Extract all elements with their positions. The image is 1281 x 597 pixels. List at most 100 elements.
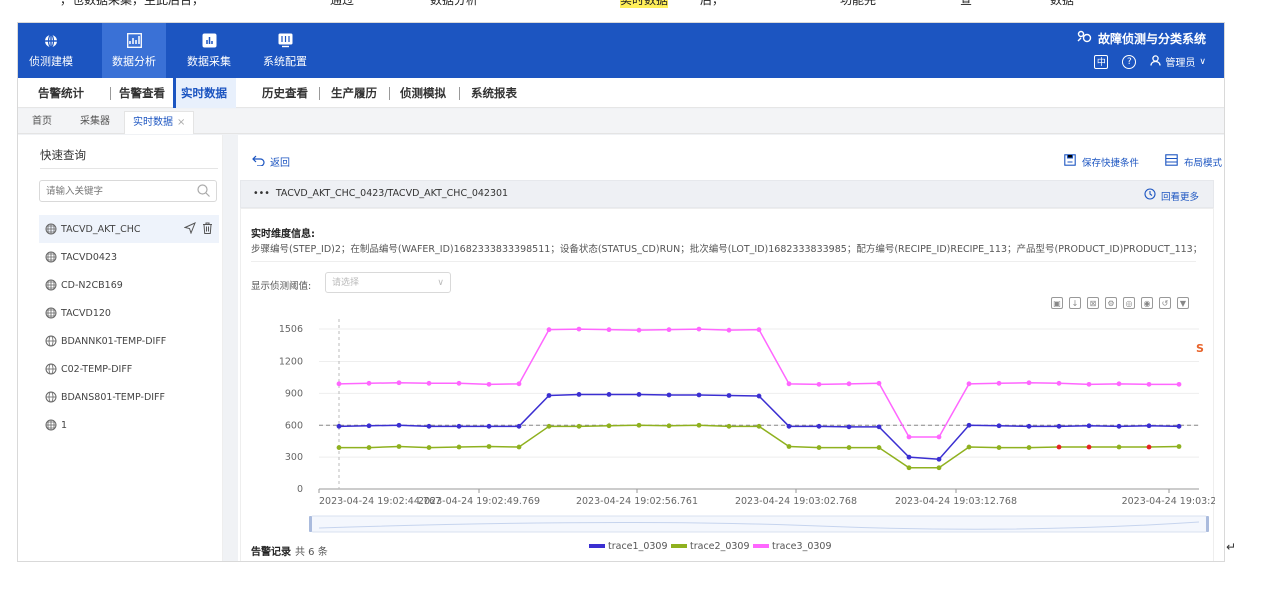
nav-system-config[interactable]: 系统配置: [254, 23, 316, 78]
tab-home[interactable]: 首页: [24, 111, 60, 134]
save-condition-button[interactable]: 保存快捷条件: [1064, 154, 1139, 169]
divider: [110, 87, 111, 100]
back-arrow-icon: [252, 155, 265, 169]
data-point: [756, 393, 762, 399]
strip-text: 数据: [1050, 0, 1075, 7]
list-item[interactable]: C02-TEMP-DIFF: [39, 355, 219, 383]
list-item[interactable]: CD-N2CB169: [39, 271, 219, 299]
data-point: [576, 423, 582, 429]
data-point: [606, 392, 612, 397]
data-point: [1116, 444, 1122, 450]
list-item[interactable]: BDANNK01-TEMP-DIFF: [39, 327, 219, 355]
nav-label: 侦测建模: [29, 54, 73, 68]
list-item[interactable]: TACVD0423: [39, 243, 219, 271]
subnav-detection-sim[interactable]: 侦测模拟: [400, 78, 446, 108]
search-icon[interactable]: [197, 184, 210, 200]
nav-data-analysis[interactable]: 数据分析: [102, 23, 166, 78]
search-input[interactable]: [40, 181, 180, 201]
tab-collector[interactable]: 采集器: [72, 111, 118, 134]
alarm-title: 告警记录: [251, 547, 291, 558]
data-point: [576, 326, 582, 332]
nav-label: 系统配置: [263, 54, 307, 68]
data-point: [1026, 423, 1032, 429]
save-icon: [1064, 154, 1076, 169]
trace-path: ••• TACVD_AKT_CHC_0423/TACVD_AKT_CHC_042…: [253, 188, 508, 199]
path-text: TACVD_AKT_CHC_0423/TACVD_AKT_CHC_042301: [275, 188, 509, 199]
data-point: [576, 392, 582, 397]
data-point: [936, 434, 942, 440]
y-tick-label: 600: [285, 420, 303, 431]
help-button[interactable]: ?: [1122, 54, 1137, 69]
nav-data-collection[interactable]: 数据采集: [178, 23, 240, 78]
x-tick-label: 2023-04-24 19:03:02.768: [735, 496, 857, 507]
data-point: [1056, 423, 1062, 429]
data-point: [1116, 381, 1122, 387]
data-point: [636, 392, 642, 397]
subnav-production-record[interactable]: 生产履历: [331, 78, 377, 108]
slider-handle: [309, 516, 312, 532]
x-tick-label: 2023-04-24 19:02:49.769: [418, 496, 540, 507]
view-more-label: 回看更多: [1160, 191, 1199, 203]
data-point: [1146, 381, 1152, 387]
user-tools: 中 ? 管理员 ∨: [1094, 54, 1206, 69]
legend-swatch: [671, 544, 687, 548]
path-prefix: •••: [253, 188, 270, 199]
data-point: [876, 445, 882, 450]
layout-mode-button[interactable]: 布局模式: [1165, 154, 1222, 169]
data-point: [396, 380, 402, 386]
legend-label: trace2_0309: [690, 541, 750, 552]
subnav-history[interactable]: 历史查看: [262, 78, 308, 108]
back-button[interactable]: 返回: [252, 154, 290, 169]
floating-s-icon[interactable]: S: [1196, 342, 1210, 356]
tab-realtime-data[interactable]: 实时数据 ×: [124, 111, 195, 134]
list-item[interactable]: BDANS801-TEMP-DIFF: [39, 383, 219, 411]
data-point: [546, 327, 552, 333]
data-point: [666, 392, 672, 398]
strip-text: 功能完: [840, 0, 877, 7]
data-point: [756, 423, 762, 429]
page-tabs: 首页 采集器 实时数据 ×: [18, 109, 1224, 134]
data-point: [1086, 423, 1092, 429]
item-actions: [183, 222, 213, 237]
x-tick-label: 2023-04-24 19:02:56.761: [576, 496, 698, 507]
list-item[interactable]: TACVD_AKT_CHC: [39, 215, 219, 243]
data-point: [366, 423, 372, 429]
data-point: [1026, 445, 1032, 450]
subnav-alarm-view[interactable]: 告警查看: [119, 78, 165, 108]
trace-line-chart: 0300600900120015062023-04-24 19:02:44.76…: [279, 319, 1215, 552]
user-icon: [1150, 54, 1162, 69]
series-line: [338, 328, 1179, 438]
globe-icon: [45, 391, 57, 403]
chart-icon: [126, 33, 142, 49]
multi-icon: [45, 223, 57, 235]
data-point: [816, 423, 822, 429]
nav-detection-modeling[interactable]: 侦测建模: [18, 23, 84, 78]
send-icon[interactable]: [183, 222, 196, 237]
language-button[interactable]: 中: [1094, 54, 1109, 69]
data-point: [546, 393, 552, 398]
data-point: [966, 444, 972, 450]
data-point: [336, 445, 342, 450]
list-item[interactable]: TACVD120: [39, 299, 219, 327]
logo-icon: [1077, 30, 1092, 47]
data-point: [726, 393, 732, 398]
view-more-button[interactable]: 回看更多: [1144, 188, 1199, 203]
globe-icon: [43, 33, 59, 49]
strip-highlight: 实时数据: [620, 0, 669, 8]
user-menu[interactable]: 管理员 ∨: [1150, 54, 1206, 69]
user-name: 管理员: [1165, 58, 1196, 69]
close-icon[interactable]: ×: [177, 117, 185, 128]
list-item-label: BDANS801-TEMP-DIFF: [61, 391, 165, 403]
data-point: [366, 380, 372, 386]
list-item-label: C02-TEMP-DIFF: [61, 363, 133, 375]
subnav-realtime-data[interactable]: 实时数据: [173, 78, 236, 108]
legend-swatch: [589, 544, 605, 548]
divider: [389, 87, 390, 100]
subnav-system-report[interactable]: 系统报表: [471, 78, 517, 108]
data-point: [996, 423, 1002, 429]
trash-icon[interactable]: [202, 222, 213, 237]
subnav-alarm-stats[interactable]: 告警统计: [38, 78, 84, 108]
divider: [319, 87, 320, 100]
list-item[interactable]: 1: [39, 411, 219, 439]
data-point: [846, 381, 852, 387]
